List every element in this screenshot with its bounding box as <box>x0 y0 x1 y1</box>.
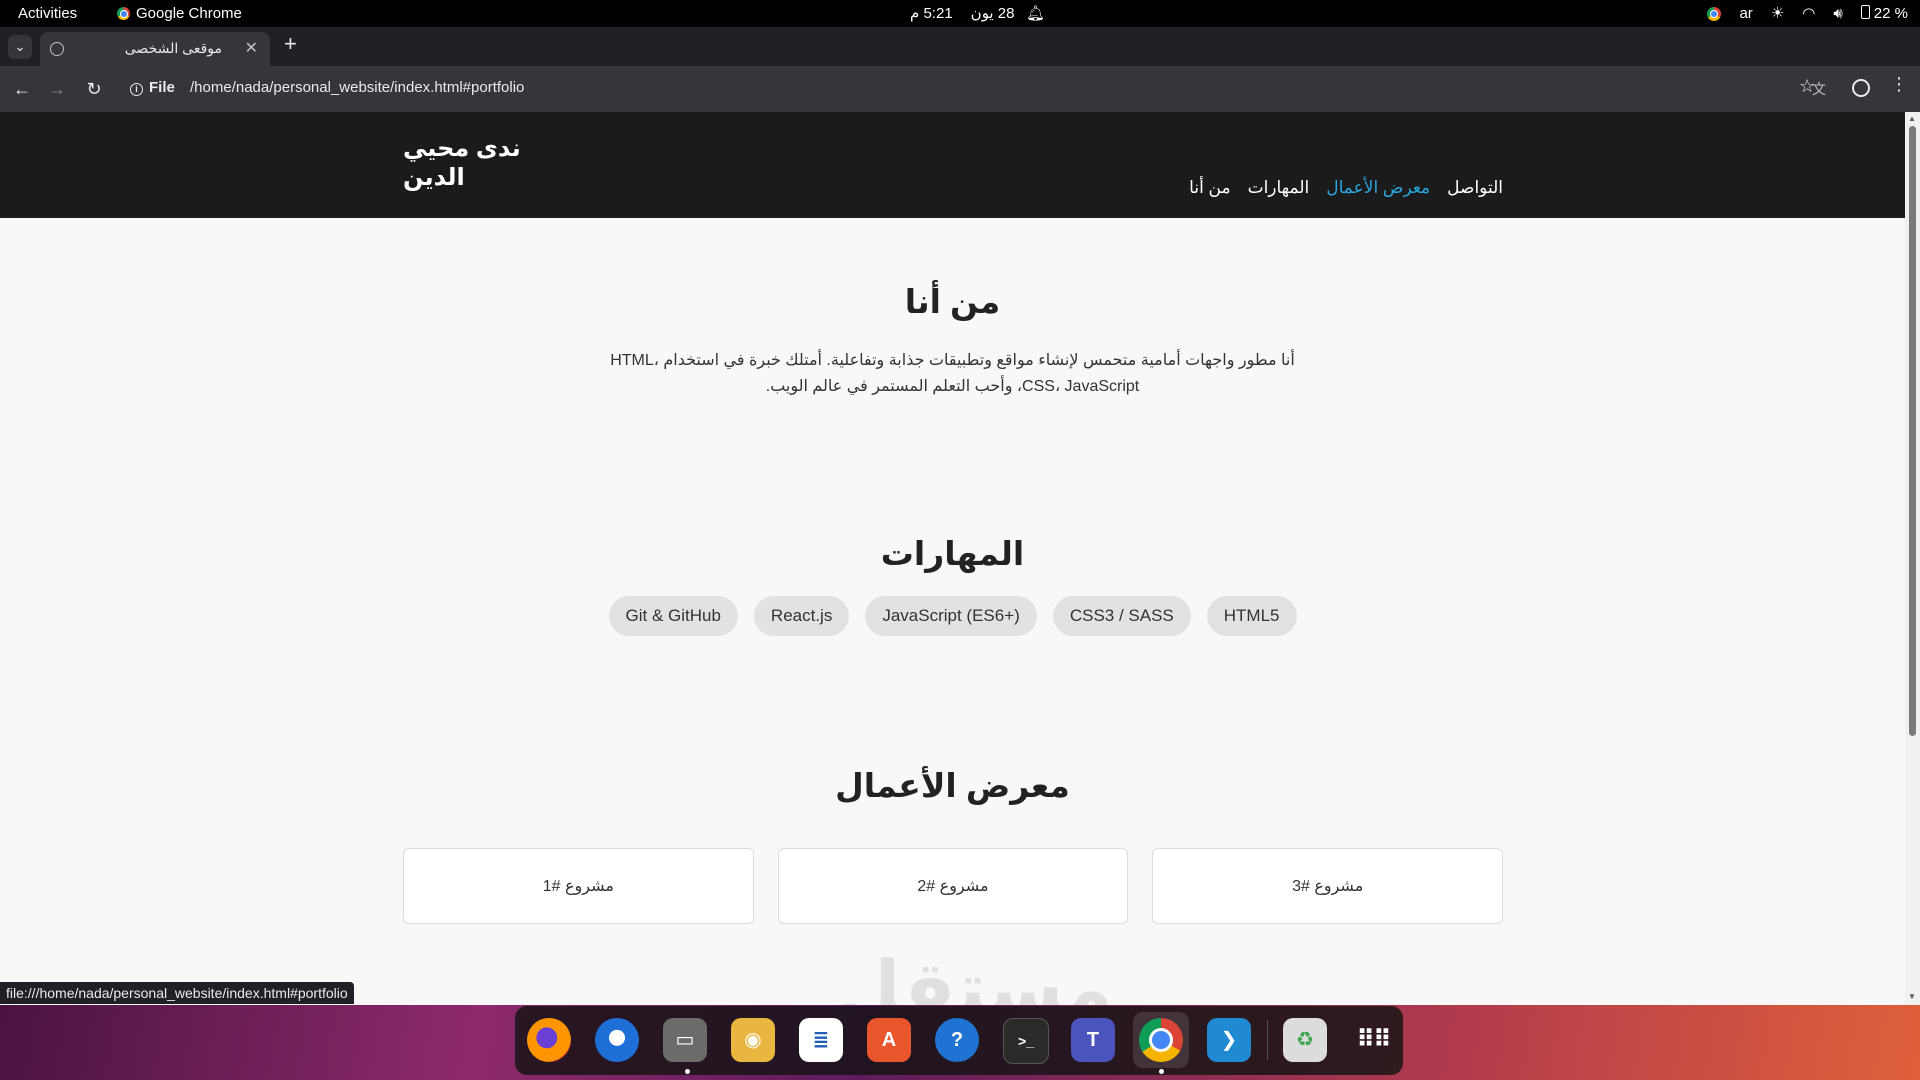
scroll-up-arrow-icon[interactable]: ▲ <box>1908 114 1916 123</box>
time-label: 5:21 م <box>910 5 953 22</box>
project-card-1[interactable]: مشروع #3 <box>1152 848 1503 924</box>
system-top-bar: Activities Google Chrome 28 يون 5:21 م 🔔… <box>0 0 1920 27</box>
system-tray[interactable]: ar ☀ ◠ 🔊︎ 22 % <box>1707 0 1908 27</box>
language-indicator[interactable]: ar <box>1739 0 1752 27</box>
chevron-down-icon: ⌄ <box>14 39 26 54</box>
project-card-3[interactable]: مشروع #1 <box>402 848 754 924</box>
chrome-icon <box>117 7 130 20</box>
about-text: أنا مطور واجهات أمامية متحمس لإنشاء مواق… <box>610 352 1295 395</box>
site-name: ندى محيي الدين <box>403 135 521 191</box>
skill-chip: Git & GitHub <box>608 596 738 636</box>
back-arrow-icon[interactable]: ← <box>10 77 34 101</box>
forward-arrow-icon[interactable]: → <box>45 77 69 101</box>
firefox-icon[interactable] <box>527 1018 571 1062</box>
battery-icon <box>1860 5 1870 19</box>
skill-chip: CSS3 / SASS <box>1052 596 1191 636</box>
scheme-chip[interactable]: File <box>149 79 175 96</box>
clock[interactable]: 28 يون 5:21 م <box>910 0 1014 27</box>
notification-bell-icon: 🔔︎ <box>1026 5 1046 22</box>
nav-link-skills[interactable]: المهارات <box>1248 178 1310 202</box>
site-nav: التواصل معرض الأعمال المهارات من أنا <box>1189 178 1503 202</box>
info-icon[interactable]: i <box>130 83 143 96</box>
files-icon[interactable]: ▭ <box>663 1018 707 1062</box>
browser-tab[interactable]: موقعى الشخصى ✕ <box>40 32 270 66</box>
menu-kebab-icon[interactable]: ⋮ <box>1890 74 1908 95</box>
url-text[interactable]: /home/nada/personal_website/index.html#p… <box>190 79 524 96</box>
nav-link-about[interactable]: من أنا <box>1189 178 1230 202</box>
tab-strip: ⌄ موقعى الشخصى ✕ + <box>0 27 1920 66</box>
battery-label: 22 % <box>1873 5 1908 22</box>
site-header: ندى محيي الدين التواصل معرض الأعمال المه… <box>0 112 1905 218</box>
page-viewport: ندى محيي الدين التواصل معرض الأعمال المه… <box>0 112 1920 1005</box>
brightness-icon: ☀ <box>1770 5 1785 22</box>
project-card-2[interactable]: مشروع #2 <box>777 848 1129 924</box>
skill-chip: HTML5 <box>1206 596 1297 636</box>
scrollbar-thumb[interactable] <box>1909 126 1916 736</box>
new-tab-button[interactable]: + <box>284 31 297 57</box>
close-icon[interactable]: ✕ <box>245 38 258 58</box>
browser-toolbar: ← → ↻ i File /home/nada/personal_website… <box>0 66 1920 112</box>
nav-link-portfolio[interactable]: معرض الأعمال <box>1326 178 1430 202</box>
project-label: مشروع #3 <box>1292 878 1364 895</box>
portfolio-title: معرض الأعمال <box>835 767 1070 804</box>
app-name: Google Chrome <box>136 5 242 22</box>
thunderbird-icon[interactable] <box>595 1018 639 1062</box>
bookmark-star-icon[interactable]: ☆ <box>1799 76 1815 97</box>
skill-chip: React.js <box>753 596 850 636</box>
skills-list: HTML5 CSS3 / SASS JavaScript (ES6+) Reac… <box>0 596 1905 636</box>
tab-title: موقعى الشخصى <box>124 40 222 56</box>
writer-icon[interactable]: ≣ <box>799 1018 843 1062</box>
wifi-icon: ◠ <box>1802 5 1816 22</box>
tab-search-button[interactable]: ⌄ <box>8 35 32 59</box>
globe-icon <box>50 42 64 56</box>
show-apps-icon[interactable]: ⠿⠿ <box>1351 1018 1395 1062</box>
running-indicator <box>685 1069 690 1074</box>
dock-separator <box>1267 1020 1268 1060</box>
watermark: مستقل <box>835 947 1113 1005</box>
chrome-tray-icon[interactable] <box>1707 6 1722 21</box>
project-label: مشروع #1 <box>542 878 614 895</box>
skills-title: المهارات <box>880 535 1025 572</box>
address-bar[interactable]: i File /home/nada/personal_website/index… <box>122 72 1830 106</box>
battery-indicator: 22 % <box>1860 0 1908 27</box>
status-bubble: file:///home/nada/personal_website/index… <box>0 982 354 1004</box>
volume-icon: 🔊︎ <box>1833 5 1843 22</box>
running-indicator <box>1159 1069 1164 1074</box>
rhythmbox-icon[interactable]: ◉ <box>731 1018 775 1062</box>
about-title: من أنا <box>904 283 1001 320</box>
date-label: 28 يون <box>970 5 1015 22</box>
project-grid: مشروع #3 مشروع #2 مشروع #1 <box>402 848 1503 924</box>
help-icon[interactable]: ? <box>935 1018 979 1062</box>
reload-icon[interactable]: ↻ <box>82 77 106 101</box>
profile-icon[interactable] <box>1852 79 1870 97</box>
chrome-icon[interactable] <box>1139 1018 1183 1062</box>
page-scrollbar[interactable]: ▲ ▼ <box>1905 112 1920 1005</box>
project-label: مشروع #2 <box>917 878 989 895</box>
teams-icon[interactable]: T <box>1071 1018 1115 1062</box>
terminal-icon[interactable]: >_ <box>1003 1018 1049 1064</box>
activities-button[interactable]: Activities <box>18 0 77 27</box>
app-menu[interactable]: Google Chrome <box>117 0 242 27</box>
trash-icon[interactable]: ♻ <box>1283 1018 1327 1062</box>
app-center-icon[interactable]: A <box>867 1018 911 1062</box>
scroll-down-arrow-icon[interactable]: ▼ <box>1908 992 1916 1001</box>
skill-chip: JavaScript (ES6+) <box>865 596 1037 636</box>
vscode-icon[interactable]: ❯ <box>1207 1018 1251 1062</box>
nav-link-contact[interactable]: التواصل <box>1447 178 1503 202</box>
dock: ▭ ◉ ≣ A ? >_ T ❯ ♻ ⠿⠿ <box>515 1006 1403 1075</box>
